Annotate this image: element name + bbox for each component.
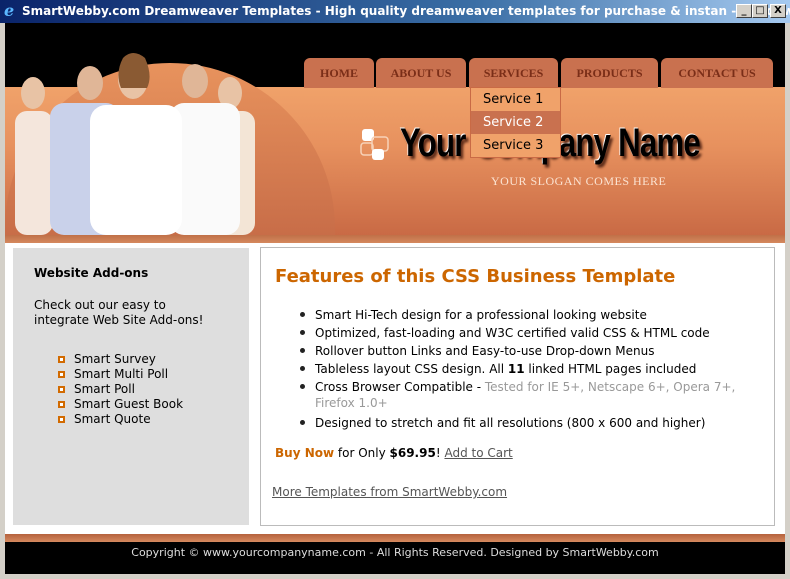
square-bullet-icon xyxy=(58,386,65,393)
services-dropdown: Service 1 Service 2 Service 3 xyxy=(470,87,561,158)
copyright-text: Copyright © www.yourcompanyname.com - Al… xyxy=(131,546,659,559)
feature-item: Rollover button Links and Easy-to-use Dr… xyxy=(300,343,760,359)
sidebar-item[interactable]: Smart Quote xyxy=(58,412,228,427)
minimize-button[interactable]: _ xyxy=(736,4,752,18)
footer-divider xyxy=(5,534,785,542)
more-templates-link[interactable]: More Templates from SmartWebby.com xyxy=(272,485,760,499)
feature-list: Smart Hi-Tech design for a professional … xyxy=(272,307,760,431)
footer: Copyright © www.yourcompanyname.com - Al… xyxy=(5,542,785,574)
feature-item: Designed to stretch and fit all resoluti… xyxy=(300,415,760,431)
dropdown-item-service-2[interactable]: Service 2 xyxy=(471,111,560,134)
sidebar-item-label: Smart Survey xyxy=(74,352,156,366)
square-bullet-icon xyxy=(58,416,65,423)
sidebar-item[interactable]: Smart Guest Book xyxy=(58,397,228,412)
logo-squares-icon xyxy=(360,129,389,160)
text: for Only xyxy=(334,446,390,460)
sidebar: Website Add-ons Check out our easy to in… xyxy=(13,248,249,525)
sidebar-item[interactable]: Smart Survey xyxy=(58,352,228,367)
team-photo xyxy=(15,53,255,235)
feature-item: Smart Hi-Tech design for a professional … xyxy=(300,307,760,323)
square-bullet-icon xyxy=(58,371,65,378)
main-content: Features of this CSS Business Template S… xyxy=(260,247,775,526)
buy-now-label: Buy Now xyxy=(275,446,335,460)
close-button[interactable]: X xyxy=(770,4,786,18)
nav-contact-us[interactable]: CONTACT US xyxy=(661,58,773,88)
square-bullet-icon xyxy=(58,401,65,408)
sidebar-item-label: Smart Quote xyxy=(74,412,151,426)
text: linked HTML pages included xyxy=(524,362,697,376)
header: HOME ABOUT US SERVICES PRODUCTS CONTACT … xyxy=(5,23,785,235)
nav-about-us[interactable]: ABOUT US xyxy=(376,58,466,88)
add-to-cart-link[interactable]: Add to Cart xyxy=(444,446,512,460)
window-title-bar: e SmartWebby.com Dreamweaver Templates -… xyxy=(0,0,790,23)
dropdown-item-service-3[interactable]: Service 3 xyxy=(471,134,560,157)
nav-home[interactable]: HOME xyxy=(304,58,374,88)
buy-line: Buy Now for Only $69.95! Add to Cart xyxy=(275,446,760,460)
sidebar-intro: Check out our easy to integrate Web Site… xyxy=(34,298,204,327)
web-page: HOME ABOUT US SERVICES PRODUCTS CONTACT … xyxy=(5,23,785,574)
sidebar-title: Website Add-ons xyxy=(34,266,149,280)
feature-item: Optimized, fast-loading and W3C certifie… xyxy=(300,325,760,341)
feature-item: Tableless layout CSS design. All 11 link… xyxy=(300,361,760,377)
price: $69.95 xyxy=(389,446,436,460)
square-bullet-icon xyxy=(58,356,65,363)
sidebar-item-label: Smart Guest Book xyxy=(74,397,184,411)
maximize-button[interactable]: □ xyxy=(752,4,768,18)
nav-products[interactable]: PRODUCTS xyxy=(561,58,658,88)
sidebar-item[interactable]: Smart Poll xyxy=(58,382,228,397)
sidebar-item-label: Smart Poll xyxy=(74,382,135,396)
sidebar-item[interactable]: Smart Multi Poll xyxy=(58,367,228,382)
slogan: YOUR SLOGAN COMES HERE xyxy=(491,174,667,188)
nav-services[interactable]: SERVICES xyxy=(469,58,558,88)
text: Cross Browser Compatible - xyxy=(315,380,485,394)
window-title: SmartWebby.com Dreamweaver Templates - H… xyxy=(22,4,790,18)
text: Tableless layout CSS design. All xyxy=(315,362,508,376)
ie-icon: e xyxy=(4,1,15,20)
page-count: 11 xyxy=(507,362,525,376)
header-divider xyxy=(5,235,785,243)
sidebar-item-label: Smart Multi Poll xyxy=(74,367,169,381)
dropdown-item-service-1[interactable]: Service 1 xyxy=(471,88,560,111)
text: ! xyxy=(435,446,441,460)
feature-item: Cross Browser Compatible - Tested for IE… xyxy=(300,379,760,411)
page-title: Features of this CSS Business Template xyxy=(275,266,676,287)
